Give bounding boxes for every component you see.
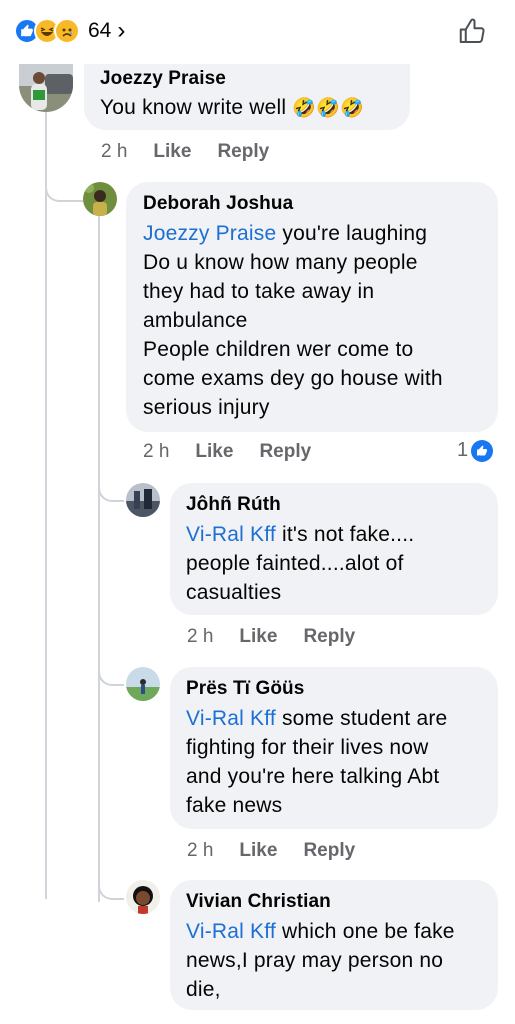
comment-time[interactable]: 2 h [187, 840, 213, 862]
comment-time[interactable]: 2 h [187, 626, 213, 648]
reaction-count: 64 [88, 19, 112, 42]
reply-button[interactable]: Reply [217, 141, 269, 163]
avatar[interactable] [19, 64, 73, 112]
comment-bubble[interactable]: Joezzy Praise You know write well 🤣🤣🤣 [84, 64, 410, 130]
comment-actions: 2 h Like Reply [187, 840, 381, 862]
thread-line [45, 112, 47, 899]
mention-link[interactable]: Vi-Ral Kff [186, 523, 276, 546]
laughing-emoji-icon: 🤣🤣🤣 [292, 98, 364, 119]
thumbs-up-outline-icon[interactable] [457, 17, 487, 47]
comment-text: Vi-Ral Kff some student are fighting for… [186, 707, 448, 817]
comment-time[interactable]: 2 h [143, 441, 169, 463]
comment-text: You know write well 🤣🤣🤣 [100, 96, 364, 119]
reactions-bar: 64 › [0, 0, 515, 64]
avatar[interactable] [126, 667, 160, 701]
reply-button[interactable]: Reply [303, 626, 355, 648]
comment-bubble[interactable]: Vivian Christian Vi-Ral Kff which one be… [170, 880, 498, 1010]
thread-connector [98, 878, 124, 900]
reaction-summary[interactable]: 64 › [14, 17, 125, 45]
comment-bubble[interactable]: Jôhñ Rúth Vi-Ral Kff it's not fake.... p… [170, 483, 498, 615]
sad-icon [54, 18, 80, 44]
comment-author[interactable]: Deborah Joshua [143, 193, 482, 215]
mention-link[interactable]: Vi-Ral Kff [186, 707, 276, 730]
comment-actions: 2 h Like Reply [101, 141, 295, 163]
avatar[interactable] [83, 182, 117, 216]
mention-link[interactable]: Vi-Ral Kff [186, 920, 276, 943]
mention-link[interactable]: Joezzy Praise [143, 222, 276, 245]
like-button[interactable]: Like [239, 626, 277, 648]
like-button[interactable]: Like [153, 141, 191, 163]
avatar[interactable] [126, 483, 160, 517]
like-icon [471, 439, 494, 462]
comment-actions: 2 h Like Reply [187, 626, 381, 648]
thread-connector [98, 480, 124, 502]
thread-connector [45, 180, 83, 202]
comment-author[interactable]: Joezzy Praise [100, 68, 394, 90]
comment-text: Vi-Ral Kff it's not fake.... people fain… [186, 523, 415, 604]
comment-bubble[interactable]: Prës Tï Göüs Vi-Ral Kff some student are… [170, 667, 498, 829]
chevron-right-icon: › [117, 17, 126, 44]
comment-author[interactable]: Prës Tï Göüs [186, 678, 482, 700]
thread-connector [98, 664, 124, 686]
like-button[interactable]: Like [195, 441, 233, 463]
thread-line [98, 216, 100, 902]
comment-author[interactable]: Jôhñ Rúth [186, 494, 482, 516]
reply-button[interactable]: Reply [259, 441, 311, 463]
reply-button[interactable]: Reply [303, 840, 355, 862]
comment-text: Joezzy Praise you're laughing Do u know … [143, 222, 443, 419]
like-button[interactable]: Like [239, 840, 277, 862]
comment-time[interactable]: 2 h [101, 141, 127, 163]
comment-actions: 2 h Like Reply [143, 441, 337, 463]
avatar[interactable] [126, 880, 160, 914]
comment-author[interactable]: Vivian Christian [186, 891, 482, 913]
comment-reaction-count[interactable]: 1 [457, 439, 494, 462]
comment-text: Vi-Ral Kff which one be fake news,I pray… [186, 920, 455, 1001]
comment-bubble[interactable]: Deborah Joshua Joezzy Praise you're laug… [126, 182, 498, 432]
